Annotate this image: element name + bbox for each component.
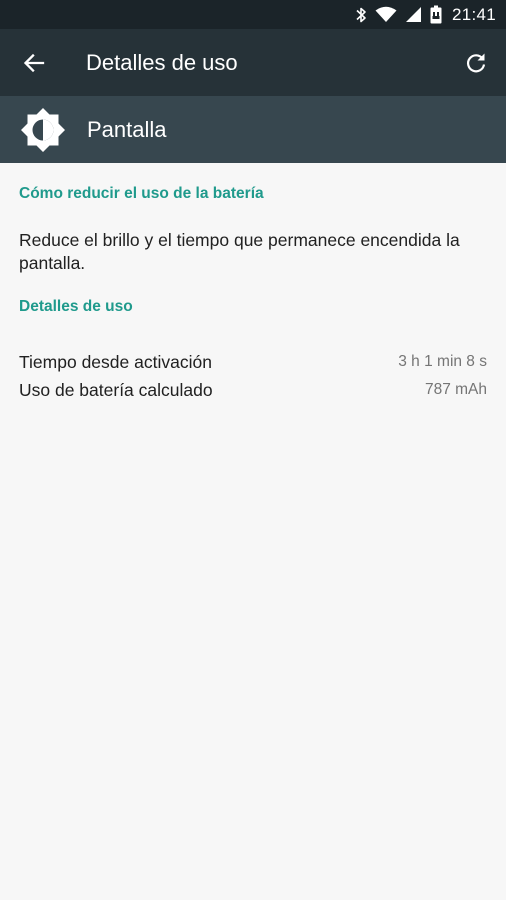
app-name: Pantalla [87, 116, 167, 142]
page-title: Detalles de uso [86, 49, 238, 75]
tips-section-header: Cómo reducir el uso de la batería [19, 185, 264, 202]
battery-tip-text: Reduce el brillo y el tiempo que permane… [19, 230, 460, 273]
status-clock: 21:41 [451, 4, 496, 24]
back-button[interactable] [22, 51, 46, 75]
bluetooth-icon [355, 6, 367, 24]
arrow-back-icon [23, 53, 45, 72]
usage-row-label: Uso de batería calculado [19, 379, 213, 400]
usage-section-header: Detalles de uso [19, 298, 133, 315]
usage-row-label: Tiempo desde activación [19, 351, 212, 372]
usage-row-battery: Uso de batería calculado 787 mAh [19, 376, 487, 404]
brightness-icon [20, 107, 66, 153]
app-bar: Detalles de uso [0, 29, 506, 96]
app-header: Pantalla [0, 96, 506, 163]
battery-icon [430, 5, 442, 24]
usage-row-time: Tiempo desde activación 3 h 1 min 8 s [19, 348, 487, 376]
refresh-button[interactable] [464, 51, 488, 75]
status-bar: 21:41 [0, 0, 506, 29]
cell-signal-icon [405, 6, 422, 23]
refresh-icon [467, 53, 486, 72]
usage-row-value: 3 h 1 min 8 s [398, 353, 487, 370]
usage-row-value: 787 mAh [424, 381, 487, 398]
wifi-icon [375, 6, 397, 23]
